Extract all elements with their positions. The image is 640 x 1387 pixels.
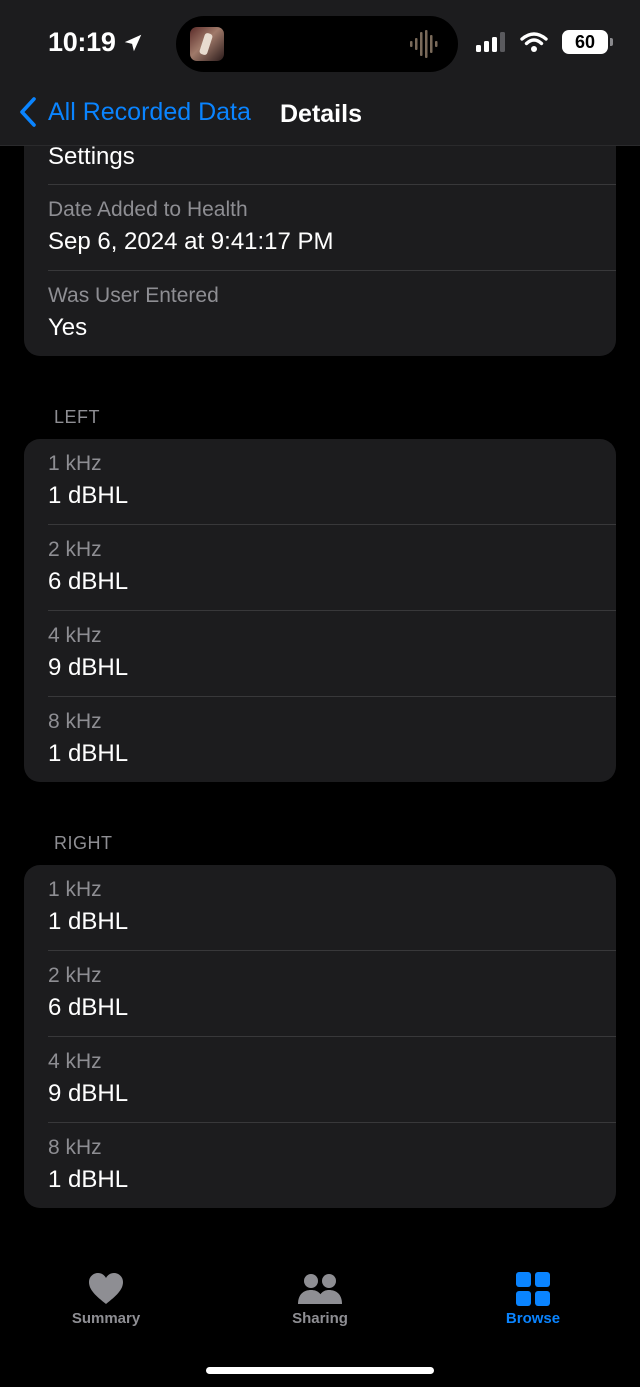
frequency-row: 2 kHz 6 dBHL (48, 525, 616, 611)
detail-label: Was User Entered (48, 284, 219, 307)
frequency-row: 1 kHz 1 dBHL (48, 865, 616, 951)
battery-level-text: 60 (574, 31, 596, 52)
sensitivity-value: 1 dBHL (48, 482, 129, 509)
frequency-label: 4 kHz (48, 1050, 102, 1073)
grid-icon (516, 1272, 550, 1306)
sensitivity-value: 9 dBHL (48, 1080, 129, 1107)
tab-browse[interactable]: Browse (463, 1272, 603, 1327)
section-header-left: LEFT (54, 407, 101, 427)
now-playing-artwork[interactable] (190, 27, 224, 61)
back-button-label: All Recorded Data (48, 97, 251, 126)
left-ear-card: 1 kHz 1 dBHL 2 kHz 6 dBHL 4 kHz 9 dBHL 8… (24, 439, 616, 782)
frequency-label: 8 kHz (48, 710, 102, 733)
tab-summary-label: Summary (71, 1310, 141, 1327)
tab-browse-label: Browse (505, 1310, 561, 1327)
settings-label: Settings (48, 143, 135, 170)
tab-sharing[interactable]: Sharing (250, 1272, 390, 1327)
frequency-label: 2 kHz (48, 538, 102, 561)
dynamic-island[interactable] (176, 16, 458, 72)
wifi-icon (520, 32, 548, 52)
sensitivity-value: 1 dBHL (48, 908, 129, 935)
heart-icon (89, 1273, 123, 1304)
detail-value: Sep 6, 2024 at 9:41:17 PM (48, 228, 334, 255)
sensitivity-value: 9 dBHL (48, 654, 129, 681)
tab-summary[interactable]: Summary (36, 1272, 176, 1327)
sensitivity-value: 1 dBHL (48, 1166, 129, 1193)
navigation-bar: All Recorded Data Details (0, 88, 640, 138)
top-bar: 10:19 60 All Recorded Data Details (0, 0, 640, 146)
page-title: Details (280, 100, 362, 128)
back-button[interactable]: All Recorded Data (18, 96, 251, 128)
tab-sharing-label: Sharing (292, 1310, 348, 1327)
right-ear-card: 1 kHz 1 dBHL 2 kHz 6 dBHL 4 kHz 9 dBHL 8… (24, 865, 616, 1208)
status-time-text: 10:19 (48, 27, 116, 57)
section-header-right: RIGHT (54, 833, 113, 853)
sensitivity-value: 1 dBHL (48, 740, 129, 767)
detail-row-date-added: Date Added to Health Sep 6, 2024 at 9:41… (48, 185, 616, 271)
cellular-signal-icon (476, 32, 505, 52)
status-time: 10:19 (48, 27, 144, 58)
detail-value: Yes (48, 314, 88, 341)
frequency-label: 8 kHz (48, 1136, 102, 1159)
sensitivity-value: 6 dBHL (48, 568, 129, 595)
home-indicator[interactable] (206, 1367, 434, 1374)
frequency-row: 4 kHz 9 dBHL (48, 1037, 616, 1123)
chevron-left-icon (20, 97, 36, 127)
location-arrow-icon (124, 34, 141, 51)
frequency-row: 4 kHz 9 dBHL (48, 611, 616, 697)
frequency-label: 4 kHz (48, 624, 102, 647)
frequency-label: 1 kHz (48, 878, 102, 901)
status-indicators: 60 (476, 30, 613, 54)
frequency-row: 8 kHz 1 dBHL (48, 697, 616, 782)
frequency-label: 2 kHz (48, 964, 102, 987)
battery-indicator: 60 (562, 30, 613, 54)
frequency-label: 1 kHz (48, 452, 102, 475)
detail-label: Date Added to Health (48, 198, 248, 221)
sensitivity-value: 6 dBHL (48, 994, 129, 1021)
audio-waveform-icon (410, 30, 438, 58)
people-icon (298, 1274, 342, 1304)
frequency-row: 2 kHz 6 dBHL (48, 951, 616, 1037)
frequency-row: 1 kHz 1 dBHL (48, 439, 616, 525)
detail-row-user-entered: Was User Entered Yes (48, 271, 616, 356)
frequency-row: 8 kHz 1 dBHL (48, 1123, 616, 1208)
